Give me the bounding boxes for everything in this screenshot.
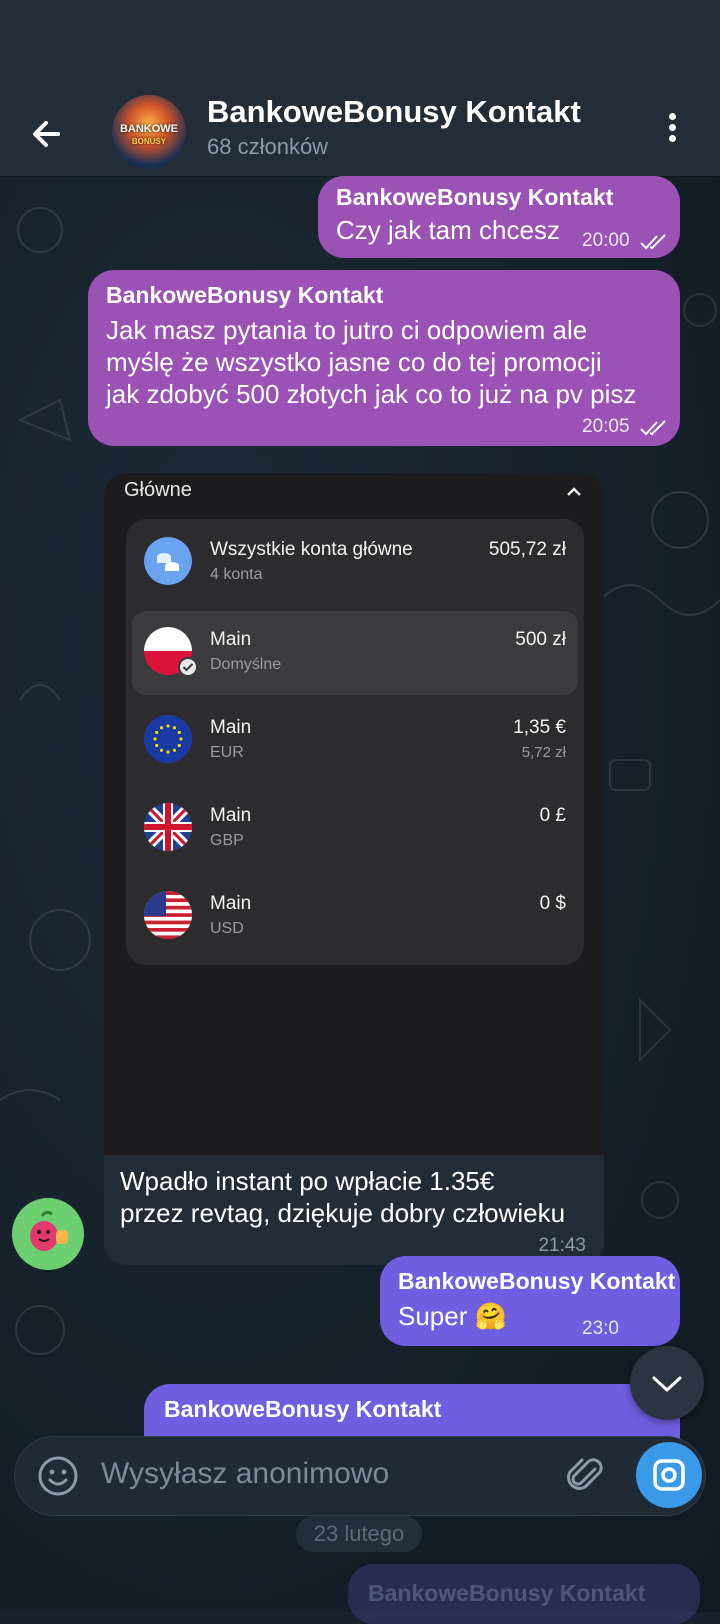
account-amount: 0 $ <box>539 893 566 914</box>
account-name: Main <box>210 893 252 914</box>
account-amount: 500 zł <box>515 629 566 650</box>
outgoing-message-3[interactable]: BankoweBonusy Kontakt Super 🤗 23:0 <box>380 1256 680 1346</box>
account-subtitle: EUR <box>210 744 244 761</box>
paperclip-icon[interactable] <box>565 1455 607 1497</box>
account-amount: 505,72 zł <box>488 539 566 560</box>
us-flag-icon <box>144 891 192 939</box>
accounts-card: Wszystkie konta główne 4 konta 505,72 zł… <box>126 519 584 965</box>
account-row-all: Wszystkie konta główne 4 konta 505,72 zł <box>126 521 584 605</box>
message-input[interactable]: Wysyłasz anonimowo <box>101 1457 389 1491</box>
message-time: 21:43 <box>538 1235 586 1256</box>
account-row-gbp: Main GBP 0 £ <box>126 787 584 871</box>
message-text-line-2: myślę że wszystko jasne co do tej promoc… <box>106 347 602 377</box>
camera-button[interactable] <box>636 1442 702 1508</box>
status-bar-area <box>0 0 720 92</box>
account-amount: 1,35 € <box>513 717 566 738</box>
scroll-down-button[interactable] <box>630 1346 704 1420</box>
read-checkmarks-icon <box>640 420 666 436</box>
eu-flag-icon <box>144 715 192 763</box>
incoming-photo-message[interactable]: Główne Wszystkie konta główne 4 konta 50… <box>104 473 604 1265</box>
account-name: Main <box>210 805 252 826</box>
message-text: Czy jak tam chcesz <box>336 215 560 245</box>
coins-icon <box>144 537 192 585</box>
account-subtitle: GBP <box>210 832 244 849</box>
chevron-down-icon <box>652 1376 682 1392</box>
uk-flag-icon <box>144 803 192 851</box>
message-text-line-1: Jak masz pytania to jutro ci odpowiem al… <box>106 315 588 345</box>
sender-avatar[interactable] <box>12 1198 84 1270</box>
message-sender: BankoweBonusy Kontakt <box>398 1268 676 1294</box>
account-name: Main <box>210 717 252 738</box>
message-sender: BankoweBonusy Kontakt <box>368 1580 646 1606</box>
chevron-up-icon <box>567 487 581 496</box>
checkmark-badge-icon <box>178 657 198 677</box>
account-amount: 0 £ <box>539 805 566 826</box>
account-amount-converted: 5,72 zł <box>521 744 566 761</box>
account-subtitle: 4 konta <box>210 566 263 583</box>
photo-caption: Wpadło instant po wpłacie 1.35€ przez re… <box>120 1165 600 1229</box>
camera-icon <box>653 1459 685 1491</box>
caption-line-2: przez revtag, dziękuje dobry człowieku <box>120 1198 566 1228</box>
message-text-line-3: jak zdobyć 500 złotych jak co to już na … <box>106 379 637 409</box>
attached-screenshot[interactable]: Główne Wszystkie konta główne 4 konta 50… <box>104 473 604 1155</box>
group-avatar[interactable]: BANKOWE BONUSY <box>112 95 186 169</box>
member-count: 68 członków <box>207 134 329 159</box>
raspberry-sticker-icon <box>12 1198 84 1270</box>
message-sender: BankoweBonusy Kontakt <box>106 282 384 308</box>
account-subtitle: USD <box>210 920 244 937</box>
screenshot-section-title: Główne <box>124 479 192 501</box>
account-name: Wszystkie konta główne <box>210 539 413 560</box>
emoji-icon[interactable] <box>37 1455 79 1497</box>
message-time: 23:0 <box>582 1318 619 1339</box>
date-separator: 23 lutego <box>296 1516 422 1552</box>
chat-title[interactable]: BankoweBonusy Kontakt <box>207 94 581 130</box>
avatar-text-bonusy: BONUSY <box>131 137 167 146</box>
account-name: Main <box>210 629 252 650</box>
message-time: 20:05 <box>582 416 630 437</box>
message-sender: BankoweBonusy Kontakt <box>336 184 614 210</box>
outgoing-message-5-partial[interactable]: BankoweBonusy Kontakt <box>348 1564 700 1624</box>
message-input-bar: Wysyłasz anonimowo <box>14 1436 706 1516</box>
caption-line-1: Wpadło instant po wpłacie 1.35€ <box>120 1166 495 1196</box>
account-subtitle: Domyślne <box>210 656 282 673</box>
avatar-text-bankowe: BANKOWE <box>119 123 179 135</box>
message-text: Super 🤗 <box>398 1301 507 1331</box>
read-checkmarks-icon <box>640 234 666 250</box>
outgoing-message-2[interactable]: BankoweBonusy Kontakt Jak masz pytania t… <box>88 270 680 446</box>
more-options-icon[interactable] <box>666 110 678 146</box>
message-sender: BankoweBonusy Kontakt <box>164 1396 442 1422</box>
account-row-eur: Main EUR 1,35 € 5,72 zł <box>126 699 584 783</box>
account-row-pln: Main Domyślne 500 zł <box>132 611 578 695</box>
back-arrow-icon[interactable] <box>30 114 70 154</box>
account-row-usd: Main USD 0 $ <box>126 875 584 959</box>
outgoing-message-1[interactable]: BankoweBonusy Kontakt Czy jak tam chcesz… <box>318 176 680 258</box>
chat-header: BANKOWE BONUSY BankoweBonusy Kontakt 68 … <box>0 92 720 176</box>
message-time: 20:00 <box>582 230 630 251</box>
